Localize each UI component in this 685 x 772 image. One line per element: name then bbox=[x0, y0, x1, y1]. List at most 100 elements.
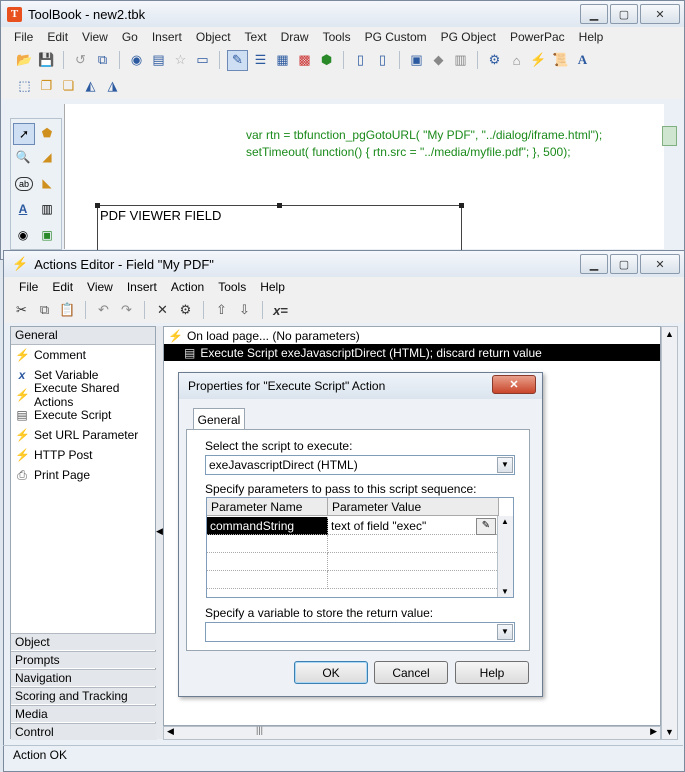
flip-horizontal-icon[interactable]: ◭ bbox=[81, 77, 100, 96]
redo-icon[interactable]: ↷ bbox=[117, 301, 136, 320]
menu-file[interactable]: File bbox=[12, 280, 45, 294]
undo-icon[interactable]: ↺ bbox=[71, 51, 90, 70]
properties-icon[interactable]: ⚙ bbox=[176, 301, 195, 320]
move-down-icon[interactable]: ⇩ bbox=[235, 301, 254, 320]
ungroup-icon[interactable]: ❏ bbox=[59, 77, 78, 96]
group-icon[interactable]: ❐ bbox=[37, 77, 56, 96]
pointer-tool-icon[interactable]: ➚ bbox=[13, 123, 35, 145]
save-icon[interactable]: 💾 bbox=[37, 51, 56, 70]
scroll-up-icon[interactable]: ▲ bbox=[501, 517, 509, 526]
tab-general[interactable]: General bbox=[193, 408, 245, 431]
diamond-icon[interactable]: ◆ bbox=[429, 51, 448, 70]
open-icon[interactable]: 📂 bbox=[15, 51, 34, 70]
author-icon[interactable]: ◉ bbox=[127, 51, 146, 70]
zoom-tool-icon[interactable]: 🔍 bbox=[13, 147, 33, 167]
pie-tool-icon[interactable]: ◣ bbox=[37, 173, 57, 193]
param-value-cell[interactable]: text of field "exec" ✎ bbox=[328, 517, 499, 535]
picture-icon[interactable]: ▣ bbox=[407, 51, 426, 70]
menu-insert[interactable]: Insert bbox=[145, 30, 189, 44]
menu-help[interactable]: Help bbox=[572, 30, 611, 44]
pdf-viewer-field[interactable]: PDF VIEWER FIELD bbox=[95, 203, 464, 255]
shape-icon[interactable]: ⬢ bbox=[317, 51, 336, 70]
text-tool-icon[interactable]: A bbox=[13, 199, 33, 219]
field-icon[interactable]: ▭ bbox=[193, 51, 212, 70]
script-scroll-icon[interactable]: 📜 bbox=[551, 51, 570, 70]
menu-powerpac[interactable]: PowerPac bbox=[503, 30, 572, 44]
layers-icon[interactable]: ▥ bbox=[451, 51, 470, 70]
cut-icon[interactable]: ✂ bbox=[12, 301, 31, 320]
edit-value-icon[interactable]: ✎ bbox=[476, 518, 496, 535]
param-name-cell[interactable]: commandString bbox=[207, 517, 328, 535]
menu-go[interactable]: Go bbox=[115, 30, 145, 44]
select-frame-icon[interactable]: ⬚ bbox=[15, 77, 34, 96]
menu-object[interactable]: Object bbox=[189, 30, 238, 44]
menu-edit[interactable]: Edit bbox=[45, 280, 80, 294]
help-button[interactable]: Help bbox=[455, 661, 529, 684]
copy-icon[interactable]: ⧉ bbox=[35, 301, 54, 320]
properties-icon[interactable]: ⚙ bbox=[485, 51, 504, 70]
page-icon[interactable]: ▯ bbox=[351, 51, 370, 70]
maximize-button[interactable]: ▢ bbox=[610, 4, 638, 24]
menu-action[interactable]: Action bbox=[164, 280, 211, 294]
palette-icon[interactable]: ▩ bbox=[295, 51, 314, 70]
menu-draw[interactable]: Draw bbox=[274, 30, 316, 44]
flip-vertical-icon[interactable]: ◮ bbox=[103, 77, 122, 96]
minimize-button[interactable]: ▁ bbox=[580, 4, 608, 24]
stamp-icon[interactable]: ⌂ bbox=[507, 51, 526, 70]
selection-handle[interactable] bbox=[277, 203, 282, 208]
new-page-icon[interactable]: ▯ bbox=[373, 51, 392, 70]
minimize-button[interactable]: ▁ bbox=[580, 254, 608, 274]
star-icon[interactable]: ☆ bbox=[171, 51, 190, 70]
button-tool-icon[interactable]: ab bbox=[15, 177, 33, 191]
copy-icon[interactable]: ⧉ bbox=[93, 51, 112, 70]
cancel-button[interactable]: Cancel bbox=[374, 661, 448, 684]
grid-scrollbar[interactable]: ▲ ▼ bbox=[497, 516, 513, 597]
chevron-down-icon[interactable]: ▼ bbox=[497, 624, 513, 640]
book-icon[interactable]: ▤ bbox=[149, 51, 168, 70]
menu-insert[interactable]: Insert bbox=[120, 280, 164, 294]
menu-pg-custom[interactable]: PG Custom bbox=[358, 30, 434, 44]
table-row[interactable] bbox=[207, 535, 328, 553]
polygon-tool-icon[interactable]: ⬟ bbox=[37, 123, 57, 143]
table-row[interactable] bbox=[328, 571, 499, 589]
table-row[interactable] bbox=[207, 553, 328, 571]
image-tool-icon[interactable]: ▣ bbox=[37, 225, 57, 245]
table-row[interactable] bbox=[328, 535, 499, 553]
variable-assign-icon[interactable]: x= bbox=[271, 301, 290, 320]
image-icon[interactable]: ▦ bbox=[273, 51, 292, 70]
delete-icon[interactable]: ✕ bbox=[153, 301, 172, 320]
dialog-close-button[interactable]: ✕ bbox=[492, 375, 536, 394]
chevron-down-icon[interactable]: ▼ bbox=[497, 457, 513, 473]
radio-tool-icon[interactable]: ◉ bbox=[13, 225, 33, 245]
canvas-scrollbar[interactable] bbox=[662, 126, 677, 146]
script-select[interactable]: exeJavascriptDirect (HTML) ▼ bbox=[205, 455, 515, 475]
selection-handle[interactable] bbox=[95, 203, 100, 208]
menu-edit[interactable]: Edit bbox=[40, 30, 75, 44]
menu-text[interactable]: Text bbox=[238, 30, 274, 44]
reader-mode-icon[interactable]: ✎ bbox=[227, 49, 248, 71]
close-button[interactable]: ✕ bbox=[640, 254, 680, 274]
return-variable-select[interactable]: ▼ bbox=[205, 622, 515, 642]
menu-help[interactable]: Help bbox=[253, 280, 292, 294]
menu-pg-object[interactable]: PG Object bbox=[434, 30, 503, 44]
actions-lightning-icon[interactable]: ⚡ bbox=[529, 51, 548, 70]
shape-tool-icon[interactable]: ◢ bbox=[37, 147, 57, 167]
menu-tools[interactable]: Tools bbox=[316, 30, 358, 44]
move-up-icon[interactable]: ⇧ bbox=[212, 301, 231, 320]
font-icon[interactable]: A bbox=[573, 51, 592, 70]
undo-icon[interactable]: ↶ bbox=[94, 301, 113, 320]
table-row[interactable] bbox=[328, 553, 499, 571]
paste-icon[interactable]: 📋 bbox=[58, 301, 77, 320]
close-button[interactable]: ✕ bbox=[640, 4, 680, 24]
maximize-button[interactable]: ▢ bbox=[610, 254, 638, 274]
field-tool-icon[interactable]: ▥ bbox=[37, 199, 57, 219]
selection-handle[interactable] bbox=[459, 203, 464, 208]
table-row[interactable] bbox=[207, 571, 328, 589]
menu-tools[interactable]: Tools bbox=[211, 280, 253, 294]
menu-view[interactable]: View bbox=[80, 280, 120, 294]
ok-button[interactable]: OK bbox=[294, 661, 368, 684]
list-icon[interactable]: ☰ bbox=[251, 51, 270, 70]
menu-file[interactable]: File bbox=[7, 30, 40, 44]
menu-view[interactable]: View bbox=[75, 30, 115, 44]
scroll-down-icon[interactable]: ▼ bbox=[501, 587, 509, 596]
